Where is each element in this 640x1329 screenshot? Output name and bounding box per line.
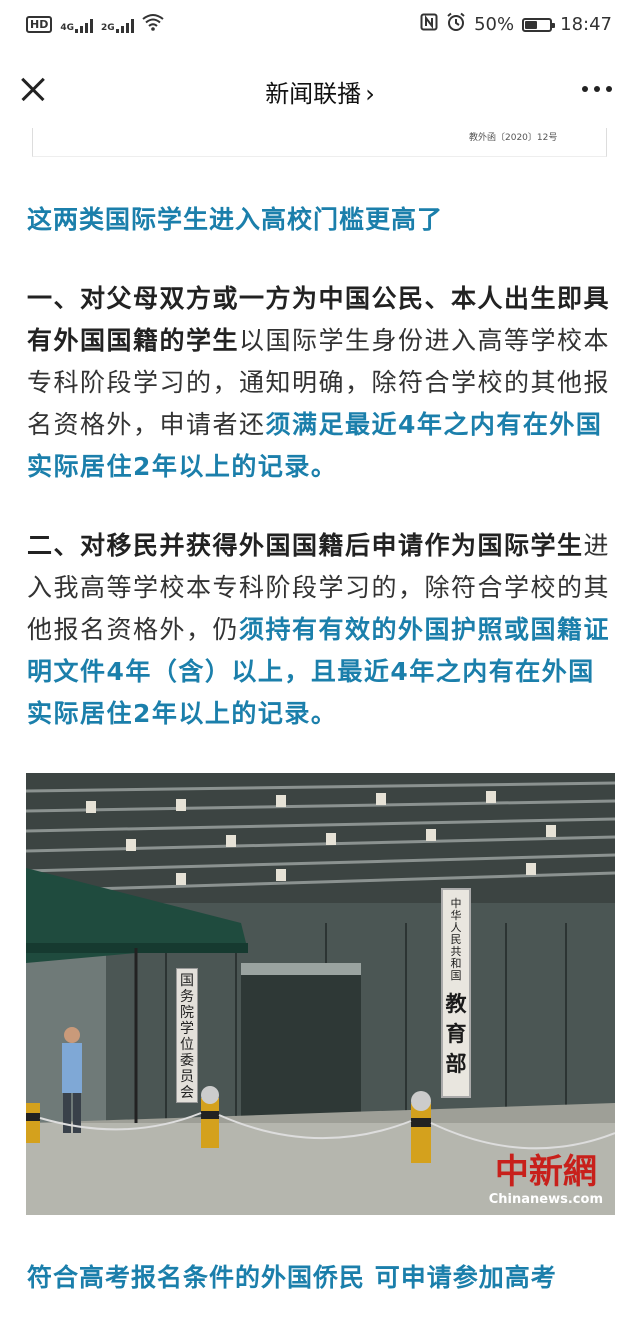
network-type-label-2: 2G — [101, 22, 115, 33]
council-sign: 国务院学位委员会 — [176, 968, 198, 1103]
watermark-logo: 中新網 — [494, 1152, 597, 1192]
article-photo[interactable]: 中华人民共和国 教育部 国务院学位委员会 中新網 Chinanews.com — [26, 773, 615, 1215]
document-image-fragment: 教外函〔2020〕12号 — [32, 128, 607, 157]
paragraph-2: 二、对移民并获得外国国籍后申请作为国际学生进入我高等学校本专科阶段学习的，除符合… — [27, 525, 615, 735]
chevron-right-icon: › — [365, 80, 375, 108]
status-right: 50% 18:47 — [420, 12, 612, 37]
chinanews-watermark: 中新網 Chinanews.com — [489, 1152, 603, 1207]
battery-percent: 50% — [474, 14, 515, 35]
status-bar: HD 4G 2G 50% 18:47 — [0, 0, 640, 50]
paragraph-1: 一、对父母双方或一方为中国公民、本人出生即具有外国国籍的学生以国际学生身份进入高… — [27, 278, 615, 488]
account-title[interactable]: 新闻联播 › — [0, 74, 640, 109]
watermark-url: Chinanews.com — [488, 1192, 603, 1207]
account-name: 新闻联播 — [265, 80, 362, 108]
more-icon[interactable] — [582, 86, 612, 92]
ministry-sign: 中华人民共和国 教育部 — [441, 888, 471, 1098]
document-ref: 教外函〔2020〕12号 — [469, 133, 558, 143]
battery-fill — [525, 20, 538, 29]
paragraph-2-bold: 二、对移民并获得外国国籍后申请作为国际学生 — [27, 531, 584, 560]
nav-bar: 新闻联播 › — [0, 50, 640, 130]
alarm-icon — [446, 12, 466, 37]
clock: 18:47 — [560, 14, 612, 35]
nfc-icon — [420, 13, 438, 36]
section-heading-2: 符合高考报名条件的外国侨民 可申请参加高考 — [27, 1263, 557, 1292]
signal-icon: 4G — [60, 17, 93, 33]
signal-icon-2: 2G — [101, 17, 134, 33]
wifi-icon — [142, 13, 164, 36]
battery-icon — [522, 17, 556, 32]
section-heading: 这两类国际学生进入高校门槛更高了 — [27, 205, 444, 234]
ministry-sign-big: 教育部 — [445, 991, 467, 1076]
photo-scene — [26, 773, 615, 1215]
ministry-sign-small: 中华人民共和国 — [450, 897, 462, 982]
status-left: HD 4G 2G — [26, 13, 164, 36]
hd-icon: HD — [26, 16, 53, 33]
network-type-label: 4G — [60, 22, 74, 33]
